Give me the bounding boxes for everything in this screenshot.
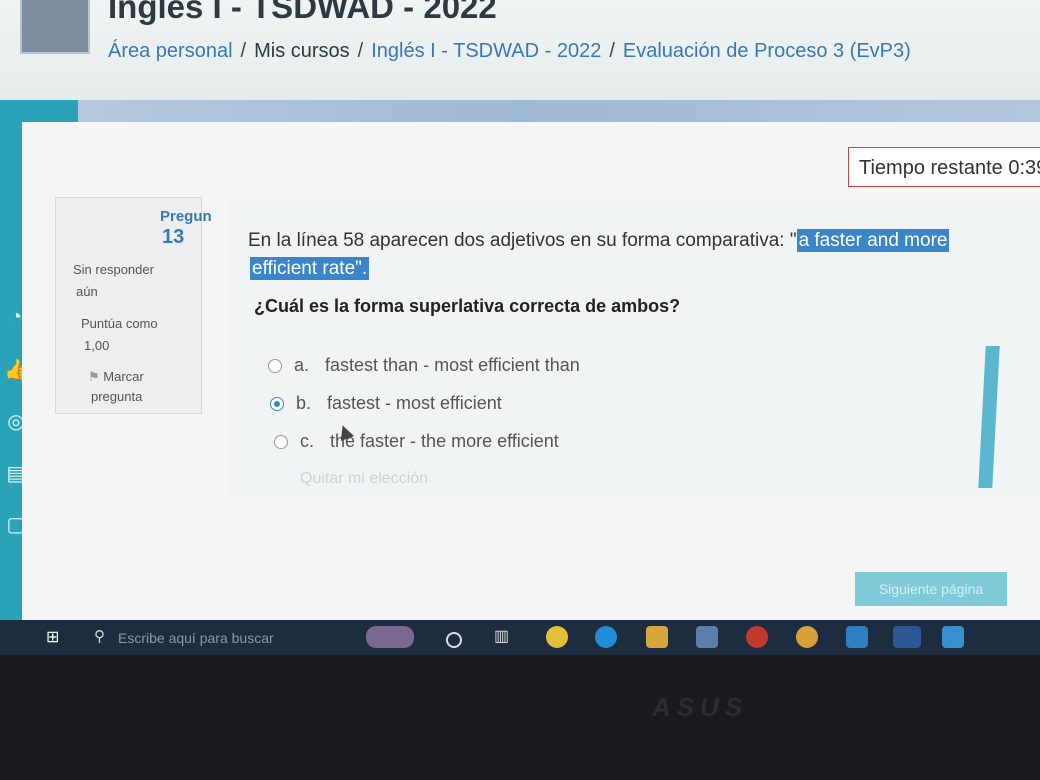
cortana-icon[interactable] [446, 632, 462, 648]
app-icon-2[interactable] [942, 626, 964, 648]
course-title: Inglés I - TSDWAD - 2022 [108, 0, 497, 25]
app-icon[interactable] [796, 626, 818, 648]
radio-button[interactable] [274, 434, 288, 449]
taskbar-widget-icon[interactable] [366, 626, 414, 648]
status-text: Sin responder [73, 262, 154, 277]
question-text-continued: efficient rate". [250, 257, 370, 280]
radio-button[interactable] [268, 358, 282, 373]
option-text: fastest than - most efficient than [325, 355, 580, 375]
screen: Inglés I - TSDWAD - 2022 Área personal / M… [0, 0, 1040, 655]
word-icon[interactable] [893, 626, 921, 648]
breadcrumb-separator: / [357, 40, 364, 62]
question-label: Pregun [160, 208, 212, 225]
chrome-icon[interactable] [546, 626, 568, 648]
option-b[interactable]: b. fastest - most efficient [270, 393, 502, 414]
points-text: Puntúa como [81, 316, 158, 331]
radio-button-selected[interactable] [270, 396, 284, 411]
windows-start-icon[interactable]: ⊞ [46, 627, 64, 646]
option-letter: c. [300, 431, 315, 451]
breadcrumb-home[interactable]: Área personal [108, 40, 233, 62]
highlighted-text: a faster and more [796, 229, 950, 252]
flag-label: Marcar [103, 369, 144, 384]
question-prompt: ¿Cuál es la forma superlativa correcta d… [254, 296, 681, 316]
question-text: En la línea 58 aparecen dos adjetivos en… [248, 229, 950, 252]
breadcrumb-course[interactable]: Inglés I - TSDWAD - 2022 [371, 40, 601, 62]
option-a[interactable]: a. fastest than - most efficient than [268, 355, 580, 376]
breadcrumb: Área personal / Mis cursos / Inglés I - TSDW… [108, 40, 911, 63]
browser-icon[interactable] [746, 626, 768, 648]
breadcrumb-quiz[interactable]: Evaluación de Proceso 3 (EvP3) [623, 40, 911, 62]
flag-question-link[interactable]: ⚑ Marcar [88, 369, 144, 385]
option-c[interactable]: c. the faster - the more efficient [274, 431, 559, 452]
next-page-button[interactable]: Siguiente página [855, 572, 1007, 606]
flag-icon: ⚑ [88, 369, 100, 384]
option-text: fastest - most efficient [327, 393, 502, 413]
option-letter: b. [296, 393, 312, 413]
file-explorer-icon[interactable] [646, 626, 668, 648]
breadcrumb-separator: / [609, 40, 615, 62]
flag-question-link-2[interactable]: pregunta [91, 389, 142, 404]
header-divider [0, 100, 1040, 122]
clear-choice-link[interactable]: Quitar mi elección [300, 470, 428, 488]
vscode-icon[interactable] [846, 626, 868, 648]
breadcrumb-my-courses[interactable]: Mis cursos [254, 40, 350, 62]
taskbar-search-input[interactable]: Escribe aquí para buscar [118, 630, 274, 646]
mail-icon[interactable] [696, 626, 718, 648]
option-letter: a. [294, 355, 310, 375]
course-logo [20, 0, 90, 54]
points-value: 1,00 [84, 338, 110, 353]
question-number: 13 [162, 226, 185, 248]
search-icon[interactable]: ⚲ [94, 627, 105, 645]
task-view-icon[interactable]: ▥ [494, 626, 516, 648]
highlighted-text-2: efficient rate". [250, 257, 370, 280]
header: Inglés I - TSDWAD - 2022 Área personal / M… [0, 0, 1040, 100]
edge-icon[interactable] [595, 626, 617, 648]
question-text-start: En la línea 58 aparecen dos adjetivos en… [248, 230, 797, 251]
asus-logo: ASUS [652, 692, 749, 722]
status-text-2: aún [76, 284, 98, 299]
breadcrumb-separator: / [240, 40, 247, 62]
option-text: the faster - the more efficient [330, 431, 559, 451]
time-remaining: Tiempo restante 0:39 [848, 147, 1040, 187]
